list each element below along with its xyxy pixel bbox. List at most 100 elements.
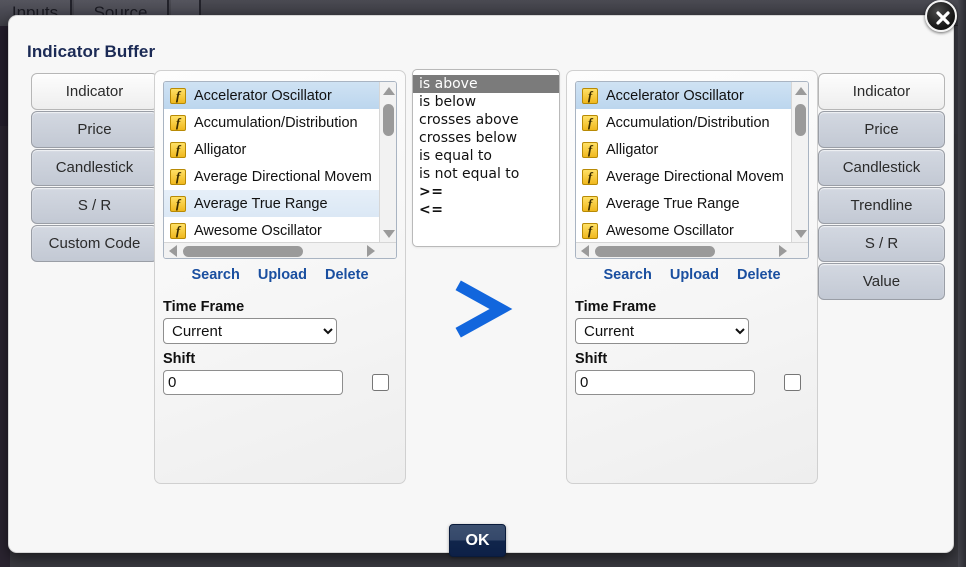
list-item-label: Average True Range (606, 196, 740, 212)
left-shift-row (163, 370, 399, 395)
scroll-up-icon[interactable] (792, 83, 809, 100)
list-item[interactable]: f Awesome Oscillator (576, 217, 793, 244)
indicator-buffer-dialog: Indicator Buffer Indicator Price Candles… (8, 15, 954, 553)
operator-item[interactable]: >= (413, 183, 559, 201)
right-shift-label: Shift (575, 351, 811, 367)
function-icon: f (582, 196, 598, 212)
function-icon: f (582, 142, 598, 158)
right-time-frame-label: Time Frame (575, 299, 811, 315)
left-shift-checkbox[interactable] (372, 374, 389, 391)
background-right-strip (958, 0, 966, 567)
list-item[interactable]: f Average True Range (164, 190, 381, 217)
horizontal-scroll-thumb[interactable] (595, 246, 715, 257)
left-operand-panel: f Accelerator Oscillator f Accumulation/… (154, 70, 406, 484)
right-tab-indicator[interactable]: Indicator (818, 73, 945, 110)
left-time-frame-select[interactable]: Current (163, 318, 337, 344)
operator-item[interactable]: is below (413, 93, 559, 111)
function-icon: f (582, 88, 598, 104)
list-item-label: Average True Range (194, 196, 328, 212)
list-item[interactable]: f Alligator (164, 136, 381, 163)
left-tab-s-r[interactable]: S / R (31, 187, 158, 224)
list-item[interactable]: f Average True Range (576, 190, 793, 217)
operator-listbox[interactable]: is above is below crosses above crosses … (412, 69, 560, 247)
function-icon: f (582, 169, 598, 185)
left-shift-input[interactable] (163, 370, 343, 395)
right-time-frame-select[interactable]: Current (575, 318, 749, 344)
vertical-scroll-thumb[interactable] (795, 104, 806, 136)
right-shift-checkbox[interactable] (784, 374, 801, 391)
right-tab-value[interactable]: Value (818, 263, 945, 300)
right-shift-row (575, 370, 811, 395)
operator-item[interactable]: crosses above (413, 111, 559, 129)
list-item-label: Awesome Oscillator (606, 223, 734, 239)
list-item[interactable]: f Average Directional Movem (576, 163, 793, 190)
scroll-right-icon[interactable] (776, 245, 790, 257)
right-indicator-list: f Accelerator Oscillator f Accumulation/… (576, 82, 793, 244)
vertical-scroll-thumb[interactable] (383, 104, 394, 136)
scroll-right-icon[interactable] (364, 245, 378, 257)
close-icon (933, 8, 953, 28)
function-icon: f (170, 142, 186, 158)
list-item[interactable]: f Accumulation/Distribution (576, 109, 793, 136)
left-upload-link[interactable]: Upload (258, 267, 307, 283)
right-parameters: Time Frame Current Shift (575, 299, 811, 395)
left-indicator-listbox[interactable]: f Accelerator Oscillator f Accumulation/… (163, 81, 397, 259)
operator-item[interactable]: crosses below (413, 129, 559, 147)
function-icon: f (582, 223, 598, 239)
dialog-title: Indicator Buffer (27, 42, 155, 62)
left-delete-link[interactable]: Delete (325, 267, 369, 283)
scroll-down-icon[interactable] (380, 226, 397, 243)
list-item[interactable]: f Awesome Oscillator (164, 217, 381, 244)
operator-item[interactable]: is above (413, 75, 559, 93)
chevron-right-icon (445, 278, 521, 340)
scroll-left-icon[interactable] (578, 245, 592, 257)
right-source-tabs: Indicator Price Candlestick Trendline S … (818, 73, 945, 301)
left-tab-custom-code[interactable]: Custom Code (31, 225, 158, 262)
list-item[interactable]: f Alligator (576, 136, 793, 163)
operator-item[interactable]: is not equal to (413, 165, 559, 183)
right-list-vertical-scrollbar[interactable] (791, 82, 808, 244)
left-list-horizontal-scrollbar[interactable] (164, 242, 397, 258)
left-shift-label: Shift (163, 351, 399, 367)
left-tab-candlestick[interactable]: Candlestick (31, 149, 158, 186)
left-indicator-list: f Accelerator Oscillator f Accumulation/… (164, 82, 381, 244)
horizontal-scroll-thumb[interactable] (183, 246, 303, 257)
list-item[interactable]: f Accumulation/Distribution (164, 109, 381, 136)
right-list-actions: Search Upload Delete (575, 267, 809, 283)
operator-item[interactable]: is equal to (413, 147, 559, 165)
scroll-down-icon[interactable] (792, 226, 809, 243)
right-indicator-listbox[interactable]: f Accelerator Oscillator f Accumulation/… (575, 81, 809, 259)
list-item-label: Average Directional Movem (606, 169, 784, 185)
right-upload-link[interactable]: Upload (670, 267, 719, 283)
scroll-left-icon[interactable] (166, 245, 180, 257)
right-delete-link[interactable]: Delete (737, 267, 781, 283)
right-tab-candlestick[interactable]: Candlestick (818, 149, 945, 186)
list-item-label: Accumulation/Distribution (194, 115, 358, 131)
right-tab-trendline[interactable]: Trendline (818, 187, 945, 224)
ok-button[interactable]: OK (449, 524, 506, 557)
right-tab-price[interactable]: Price (818, 111, 945, 148)
left-parameters: Time Frame Current Shift (163, 299, 399, 395)
left-search-link[interactable]: Search (191, 267, 239, 283)
left-list-vertical-scrollbar[interactable] (379, 82, 396, 244)
operator-item[interactable]: <= (413, 201, 559, 219)
close-button[interactable] (925, 0, 957, 32)
right-search-link[interactable]: Search (603, 267, 651, 283)
list-item[interactable]: f Accelerator Oscillator (164, 82, 381, 109)
list-item-label: Awesome Oscillator (194, 223, 322, 239)
function-icon: f (170, 169, 186, 185)
list-item-label: Average Directional Movem (194, 169, 372, 185)
right-tab-s-r[interactable]: S / R (818, 225, 945, 262)
left-tab-indicator[interactable]: Indicator (31, 73, 158, 110)
right-operand-panel: f Accelerator Oscillator f Accumulation/… (566, 70, 818, 484)
list-item[interactable]: f Accelerator Oscillator (576, 82, 793, 109)
list-item-label: Alligator (606, 142, 658, 158)
right-shift-input[interactable] (575, 370, 755, 395)
left-list-actions: Search Upload Delete (163, 267, 397, 283)
right-list-horizontal-scrollbar[interactable] (576, 242, 809, 258)
scroll-up-icon[interactable] (380, 83, 397, 100)
list-item-label: Accelerator Oscillator (194, 88, 332, 104)
list-item[interactable]: f Average Directional Movem (164, 163, 381, 190)
function-icon: f (170, 115, 186, 131)
left-tab-price[interactable]: Price (31, 111, 158, 148)
